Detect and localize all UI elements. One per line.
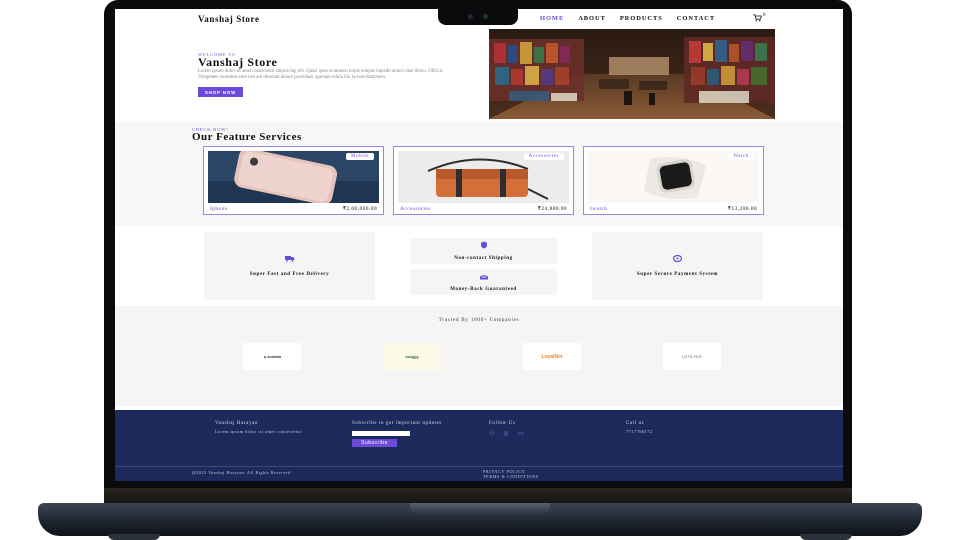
service-money-back: Money-Back Guaranteed [410, 269, 557, 295]
iphone-image: Mobile [208, 151, 379, 203]
subscribe-email-input[interactable] [352, 431, 410, 436]
hero-text: Lorem ipsum dolor sit amet consectetur a… [198, 69, 443, 80]
watch-image: Watch [588, 151, 759, 203]
nav-links: HOME ABOUT PRODUCTS CONTACT [540, 15, 715, 22]
hero-market-image [489, 29, 775, 119]
camera-icon [468, 14, 473, 19]
discord-icon[interactable]: ⚇ [489, 430, 494, 437]
card-price: ₹13,200.00 [727, 206, 757, 212]
company-logo-loyalnet: LoyalNet [523, 343, 581, 370]
footer-about: Lorem ipsum dolor sit amet consectetur [215, 429, 302, 434]
product-card-iphone[interactable]: Mobile Iphone ₹2,00,000.00 [203, 146, 384, 215]
terms-link[interactable]: TERMS & CONDITIONS [483, 474, 539, 479]
truck-icon [284, 255, 295, 264]
nav-link-products[interactable]: PRODUCTS [620, 15, 663, 22]
service-label: Super Secure Payment System [636, 272, 719, 277]
card-name: Iphone [210, 206, 228, 212]
money-icon [479, 273, 489, 282]
footer-copyright: @2023 Vanshaj Harayan. All Rights Reserv… [192, 470, 291, 475]
logo-text: LoyalNet [541, 353, 563, 360]
laptop-foot-right [800, 534, 852, 540]
card-name: Accessories [400, 206, 431, 212]
footer-name: Vanshaj Harayan [215, 421, 259, 426]
bag-image: Accessories [398, 151, 569, 203]
cart-count-badge: 0 [763, 13, 766, 18]
payment-icon [672, 254, 683, 264]
card-tag: Accessories [523, 153, 564, 160]
card-price: ₹24,800.00 [537, 206, 567, 212]
shield-icon [480, 241, 488, 251]
hero-title: Vanshaj Store [198, 55, 278, 69]
shop-now-button[interactable]: SHOP NOW [198, 87, 243, 97]
features-title: Our Feature Services [192, 131, 302, 143]
card-tag: Mobile [345, 153, 374, 160]
browser-screen: Vanshaj Store HOME ABOUT PRODUCTS CONTAC… [115, 9, 843, 481]
footer-legal-links: PRIVACY POLICY TERMS & CONDITIONS [483, 469, 539, 479]
laptop-foot-left [108, 534, 160, 540]
footer-subscribe-title: Subscribe to get important updates [352, 421, 442, 426]
cart-icon[interactable] [753, 14, 762, 24]
youtube-icon[interactable]: ▭ [518, 430, 524, 437]
nav-link-home[interactable]: HOME [540, 15, 564, 22]
service-label: Money-Back Guaranteed [450, 286, 517, 292]
nav-link-contact[interactable]: CONTACT [677, 15, 715, 22]
logo-text: LOTILFER [682, 354, 702, 359]
camera-notch [438, 8, 518, 25]
card-price: ₹2,00,000.00 [342, 206, 377, 212]
product-card-accessories[interactable]: Accessories Accessories ₹24,800.00 [393, 146, 574, 215]
features-section: CHECK NOW! Our Feature Services Mobile I… [115, 122, 843, 226]
service-secure-payment: Super Secure Payment System [592, 232, 763, 300]
company-logo-swiggy: swiggy [383, 343, 441, 370]
laptop-opening-notch [410, 503, 550, 515]
nav-link-about[interactable]: ABOUT [578, 15, 606, 22]
trusted-section: Trusted By 1000+ Companies ▲ zomato swig… [115, 306, 843, 406]
social-links: ⚇ ◎ ▭ [489, 430, 523, 437]
card-name: Iwatch [590, 206, 608, 212]
service-noncontact-shipping: Non-contact Shipping [410, 238, 557, 264]
footer-phone[interactable]: 7717766172 [626, 429, 653, 434]
company-logo-lotilfer: LOTILFER [663, 343, 721, 370]
card-tag: Watch [728, 153, 754, 160]
instagram-icon[interactable]: ◎ [503, 430, 508, 437]
product-card-iwatch[interactable]: Watch Iwatch ₹13,200.00 [583, 146, 764, 215]
footer-follow-title: Follow Us [489, 421, 516, 426]
logo-text: zomato [267, 354, 282, 359]
footer-call-title: Call us [626, 421, 645, 426]
footer: Vanshaj Harayan Lorem ipsum dolor sit am… [115, 410, 843, 481]
company-logo-zomato: ▲ zomato [243, 343, 301, 370]
brand-logo[interactable]: Vanshaj Store [198, 14, 260, 24]
service-fast-delivery: Super Fast and Free Delivery [204, 232, 375, 300]
service-label: Super Fast and Free Delivery [249, 272, 330, 277]
service-label: Non-contact Shipping [454, 256, 513, 261]
subscribe-button[interactable]: Subscribe [352, 439, 397, 447]
camera-light-icon [483, 14, 488, 19]
logo-text: swiggy [405, 354, 419, 359]
footer-divider [115, 466, 843, 467]
trusted-title: Trusted By 1000+ Companies [438, 318, 520, 323]
